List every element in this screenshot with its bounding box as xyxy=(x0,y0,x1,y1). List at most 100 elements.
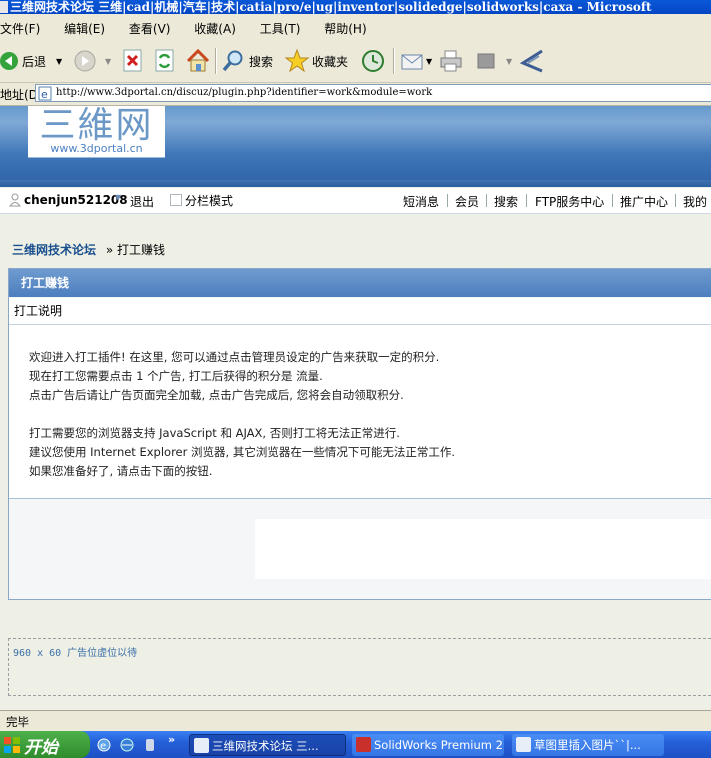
user-menu-chevron-icon[interactable]: ▼ xyxy=(115,193,121,202)
work-panel: 打工赚钱 打工说明 欢迎进入打工插件! 在这里, 您可以通过点击管理员设定的广告… xyxy=(8,268,711,600)
mail-dropdown-icon[interactable]: ▼ xyxy=(426,57,432,66)
task-label: 草图里插入图片``|... xyxy=(534,738,641,752)
logo-text: 三維网 xyxy=(39,105,154,146)
panel-body: 欢迎进入打工插件! 在这里, 您可以通过点击管理员设定的广告来获取一定的积分. … xyxy=(9,325,711,499)
windows-logo-icon xyxy=(4,737,20,753)
banner-stripe xyxy=(0,180,711,187)
history-button[interactable] xyxy=(360,40,386,82)
instruction-line: 如果您准备好了, 请点击下面的按钮. xyxy=(29,464,213,478)
status-text: 完毕 xyxy=(6,715,29,729)
menu-bar: 文件(F) 编辑(E) 查看(V) 收藏(A) 工具(T) 帮助(H) xyxy=(0,14,711,40)
instruction-line: 打工需要您的浏览器支持 JavaScript 和 AJAX, 否则打工将无法正常… xyxy=(29,426,400,440)
start-label: 开始 xyxy=(24,738,58,758)
taskbar: 开始 e » 三维网技术论坛 三... SolidWorks Premium 2… xyxy=(0,731,711,758)
window-title: 三维网技术论坛 三维|cad|机械|汽车|技术|catia|pro/e|ug|i… xyxy=(10,0,652,14)
forward-button[interactable]: ▼ xyxy=(73,40,111,82)
instruction-line: 欢迎进入打工插件! 在这里, 您可以通过点击管理员设定的广告来获取一定的积分. xyxy=(29,350,440,364)
ad-frame[interactable] xyxy=(255,519,711,579)
svg-text:e: e xyxy=(41,88,48,101)
favorites-button[interactable]: 收藏夹 xyxy=(284,40,348,82)
svg-text:e: e xyxy=(100,741,106,752)
breadcrumb: 三维网技术论坛 » 打工赚钱 xyxy=(12,241,165,258)
refresh-button[interactable] xyxy=(154,40,176,82)
search-button[interactable]: 搜索 xyxy=(221,40,273,82)
stop-icon xyxy=(123,49,142,72)
breadcrumb-current: 打工赚钱 xyxy=(117,243,166,257)
ad-placeholder-text: 960 x 60 广告位虚位以待 xyxy=(13,648,138,659)
task-label: 三维网技术论坛 三... xyxy=(212,739,319,753)
panel-header: 打工赚钱 xyxy=(9,269,711,297)
breadcrumb-home[interactable]: 三维网技术论坛 xyxy=(12,243,96,257)
stop-button[interactable] xyxy=(122,40,144,82)
edit-dropdown-icon[interactable]: ▼ xyxy=(506,57,512,66)
print-button[interactable] xyxy=(438,40,464,82)
mail-button[interactable]: ▼ xyxy=(400,40,432,82)
menu-help[interactable]: 帮助(H) xyxy=(324,22,366,36)
address-input[interactable]: e http://www.3dportal.cn/discuz/plugin.p… xyxy=(35,84,711,102)
instruction-line: 现在打工您需要点击 1 个广告, 打工后获得的积分是 流量. xyxy=(29,369,323,383)
split-mode-checkbox[interactable] xyxy=(170,194,182,206)
start-button[interactable]: 开始 xyxy=(0,731,90,758)
address-bar: 地址(D) e http://www.3dportal.cn/discuz/pl… xyxy=(0,83,711,106)
forward-arrow-icon xyxy=(74,50,96,72)
home-icon xyxy=(186,48,210,72)
back-dropdown-icon[interactable]: ▼ xyxy=(56,57,62,66)
taskbar-item-forum[interactable]: 三维网技术论坛 三... xyxy=(189,734,346,756)
instruction-line: 建议您使用 Internet Explorer 浏览器, 其它浏览器在一些情况下… xyxy=(29,445,455,459)
quick-launch-media-icon[interactable] xyxy=(143,737,157,753)
task-label: SolidWorks Premium 2... xyxy=(374,738,504,752)
solidworks-task-icon xyxy=(356,737,371,752)
ie-window-icon xyxy=(0,1,8,13)
mail-icon xyxy=(401,54,423,70)
panel-title: 打工赚钱 xyxy=(21,276,70,290)
nav-members[interactable]: 会员 xyxy=(455,193,479,210)
favorites-label: 收藏夹 xyxy=(312,54,349,69)
back-arrow-icon xyxy=(0,52,18,70)
nav-ftp[interactable]: FTP服务中心 xyxy=(535,193,604,210)
status-bar: 完毕 xyxy=(0,710,711,732)
username-link[interactable]: chenjun521208 xyxy=(24,193,128,207)
printer-icon xyxy=(440,50,462,72)
menu-favorites[interactable]: 收藏(A) xyxy=(194,22,236,36)
logo-url: www.3dportal.cn xyxy=(50,142,143,155)
panel-subheader: 打工说明 xyxy=(9,298,711,325)
taskbar-item-solidworks[interactable]: SolidWorks Premium 2... xyxy=(352,734,504,756)
nav-promotion[interactable]: 推广中心 xyxy=(620,193,668,210)
breadcrumb-separator: » xyxy=(105,243,114,257)
user-icon xyxy=(9,193,21,207)
panel-subtitle: 打工说明 xyxy=(14,304,63,318)
menu-edit[interactable]: 编辑(E) xyxy=(64,22,105,36)
menu-tools[interactable]: 工具(T) xyxy=(260,22,301,36)
history-icon xyxy=(362,50,384,72)
user-bar: chenjun521208 ▼ 退出 分栏模式 短消息 会员 搜索 FTP服务中… xyxy=(0,188,711,214)
taskbar-item-sketch[interactable]: 草图里插入图片``|... xyxy=(512,734,664,756)
ad-placeholder[interactable]: 960 x 60 广告位虚位以待 xyxy=(8,638,711,696)
menu-file[interactable]: 文件(F) xyxy=(0,22,40,36)
toolbar: 后退 ▼ ▼ 搜索 收藏夹 ▼ ▼ xyxy=(0,40,711,83)
logout-link[interactable]: 退出 xyxy=(130,193,154,210)
back-label: 后退 xyxy=(22,54,47,69)
forward-dropdown-icon[interactable]: ▼ xyxy=(105,57,111,66)
address-url: http://www.3dportal.cn/discuz/plugin.php… xyxy=(56,87,433,98)
quick-launch-ie-icon[interactable]: e xyxy=(96,737,112,753)
quick-launch-browser-icon[interactable] xyxy=(119,737,135,753)
nav-messages[interactable]: 短消息 xyxy=(403,193,439,210)
edit-page-icon xyxy=(477,53,495,69)
refresh-icon xyxy=(155,49,174,72)
ie-task-icon xyxy=(194,738,209,753)
page-icon: e xyxy=(38,86,52,101)
messenger-button[interactable] xyxy=(518,40,546,82)
search-icon xyxy=(222,50,243,72)
nav-mine[interactable]: 我的 xyxy=(683,193,707,210)
nav-search[interactable]: 搜索 xyxy=(494,193,518,210)
back-button[interactable]: 后退 ▼ xyxy=(0,40,62,82)
window-title-bar[interactable]: 三维网技术论坛 三维|cad|机械|汽车|技术|catia|pro/e|ug|i… xyxy=(0,0,711,14)
home-button[interactable] xyxy=(185,40,211,82)
split-mode-label[interactable]: 分栏模式 xyxy=(185,192,233,209)
star-icon xyxy=(284,48,310,73)
menu-view[interactable]: 查看(V) xyxy=(129,22,171,36)
instruction-line: 点击广告后请让广告页面完全加载, 点击广告完成后, 您将会自动领取积分. xyxy=(29,388,404,402)
site-logo[interactable]: 三維网 www.3dportal.cn xyxy=(28,106,165,158)
quick-launch-more-icon[interactable]: » xyxy=(168,733,175,746)
edit-button[interactable]: ▼ xyxy=(476,40,512,82)
